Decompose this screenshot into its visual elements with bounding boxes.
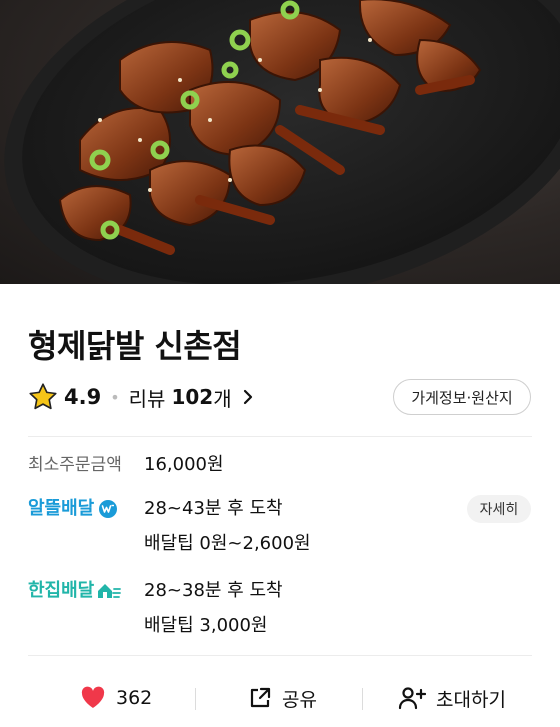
divider bbox=[28, 436, 532, 437]
reviews-link[interactable]: 리뷰 102 개 bbox=[129, 383, 254, 412]
add-person-icon bbox=[398, 687, 426, 710]
invite-button[interactable]: 초대하기 bbox=[398, 676, 506, 720]
delivery-detail-button[interactable]: 자세히 bbox=[467, 495, 531, 523]
house-delivery-icon bbox=[98, 584, 122, 598]
single-delivery-brand: 한집배달 bbox=[28, 578, 122, 604]
invite-label: 초대하기 bbox=[436, 688, 506, 711]
saver-delivery-brand: 알뜰배달 bbox=[28, 496, 118, 522]
saver-delivery-eta: 28~43분 후 도착 bbox=[144, 498, 283, 519]
saver-delivery-label: 알뜰배달 bbox=[28, 498, 95, 519]
rating-row: 4.9 • 리뷰 102 개 bbox=[28, 380, 254, 414]
action-separator bbox=[362, 688, 363, 710]
single-delivery-label: 한집배달 bbox=[28, 580, 95, 601]
like-button[interactable]: 362 bbox=[80, 676, 152, 720]
share-icon bbox=[250, 687, 271, 708]
share-button[interactable]: 공유 bbox=[248, 676, 317, 720]
single-delivery-tip: 배달팁 3,000원 bbox=[144, 615, 268, 636]
heart-icon bbox=[81, 686, 105, 708]
saver-delivery-tip: 배달팁 0원~2,600원 bbox=[144, 533, 311, 554]
saver-badge-icon bbox=[99, 500, 118, 518]
divider bbox=[28, 655, 532, 656]
like-count: 362 bbox=[116, 687, 153, 709]
min-order-label: 최소주문금액 bbox=[28, 455, 122, 475]
star-icon bbox=[29, 383, 57, 410]
store-name: 형제닭발 신촌점 bbox=[28, 327, 242, 365]
min-order-value: 16,000원 bbox=[144, 454, 224, 475]
share-label: 공유 bbox=[282, 688, 317, 711]
reviews-label: 리뷰 bbox=[128, 386, 166, 411]
separator-dot: • bbox=[110, 387, 120, 407]
action-bar: 362 공유 초대하기 bbox=[0, 676, 560, 720]
action-separator bbox=[195, 688, 196, 710]
chevron-right-icon bbox=[243, 389, 252, 405]
reviews-unit: 개 bbox=[213, 386, 232, 411]
food-photo bbox=[4, 0, 560, 284]
store-info-origin-button[interactable]: 가게정보·원산지 bbox=[393, 379, 531, 415]
store-hero-image bbox=[0, 0, 560, 284]
rating-value: 4.9 bbox=[64, 385, 102, 409]
reviews-count: 102 bbox=[171, 385, 214, 409]
single-delivery-eta: 28~38분 후 도착 bbox=[144, 580, 283, 601]
